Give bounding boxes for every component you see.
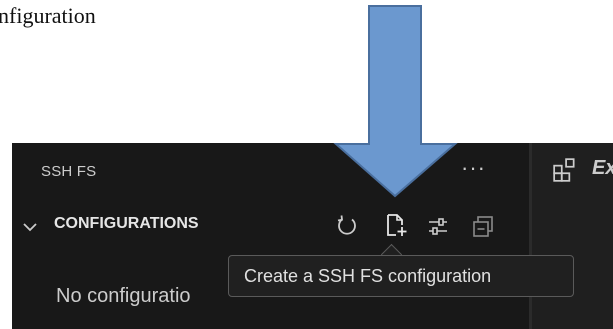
configurations-section-header[interactable]: CONFIGURATIONS [12,213,529,243]
extensions-tab-label[interactable]: Ex [592,157,613,180]
collapse-all-icon[interactable] [471,215,495,239]
extensions-icon [553,158,575,182]
view-title: SSH FS [41,163,97,180]
more-actions-button[interactable]: ··· [461,155,486,181]
editor-tab-area: Ex [532,143,613,329]
refresh-icon[interactable] [335,214,359,238]
chevron-down-icon [23,223,37,232]
settings-sliders-icon[interactable] [426,215,450,239]
empty-state-message: No configuratio [56,285,191,307]
document-partial-text: nfiguration [0,3,96,28]
tooltip: Create a SSH FS configuration [228,255,574,297]
tooltip-text: Create a SSH FS configuration [244,266,492,286]
section-label: CONFIGURATIONS [54,215,199,232]
ssh-fs-view: SSH FS ··· CONFIGURATIONS No configurati… [12,143,529,329]
new-file-icon[interactable] [384,213,408,237]
